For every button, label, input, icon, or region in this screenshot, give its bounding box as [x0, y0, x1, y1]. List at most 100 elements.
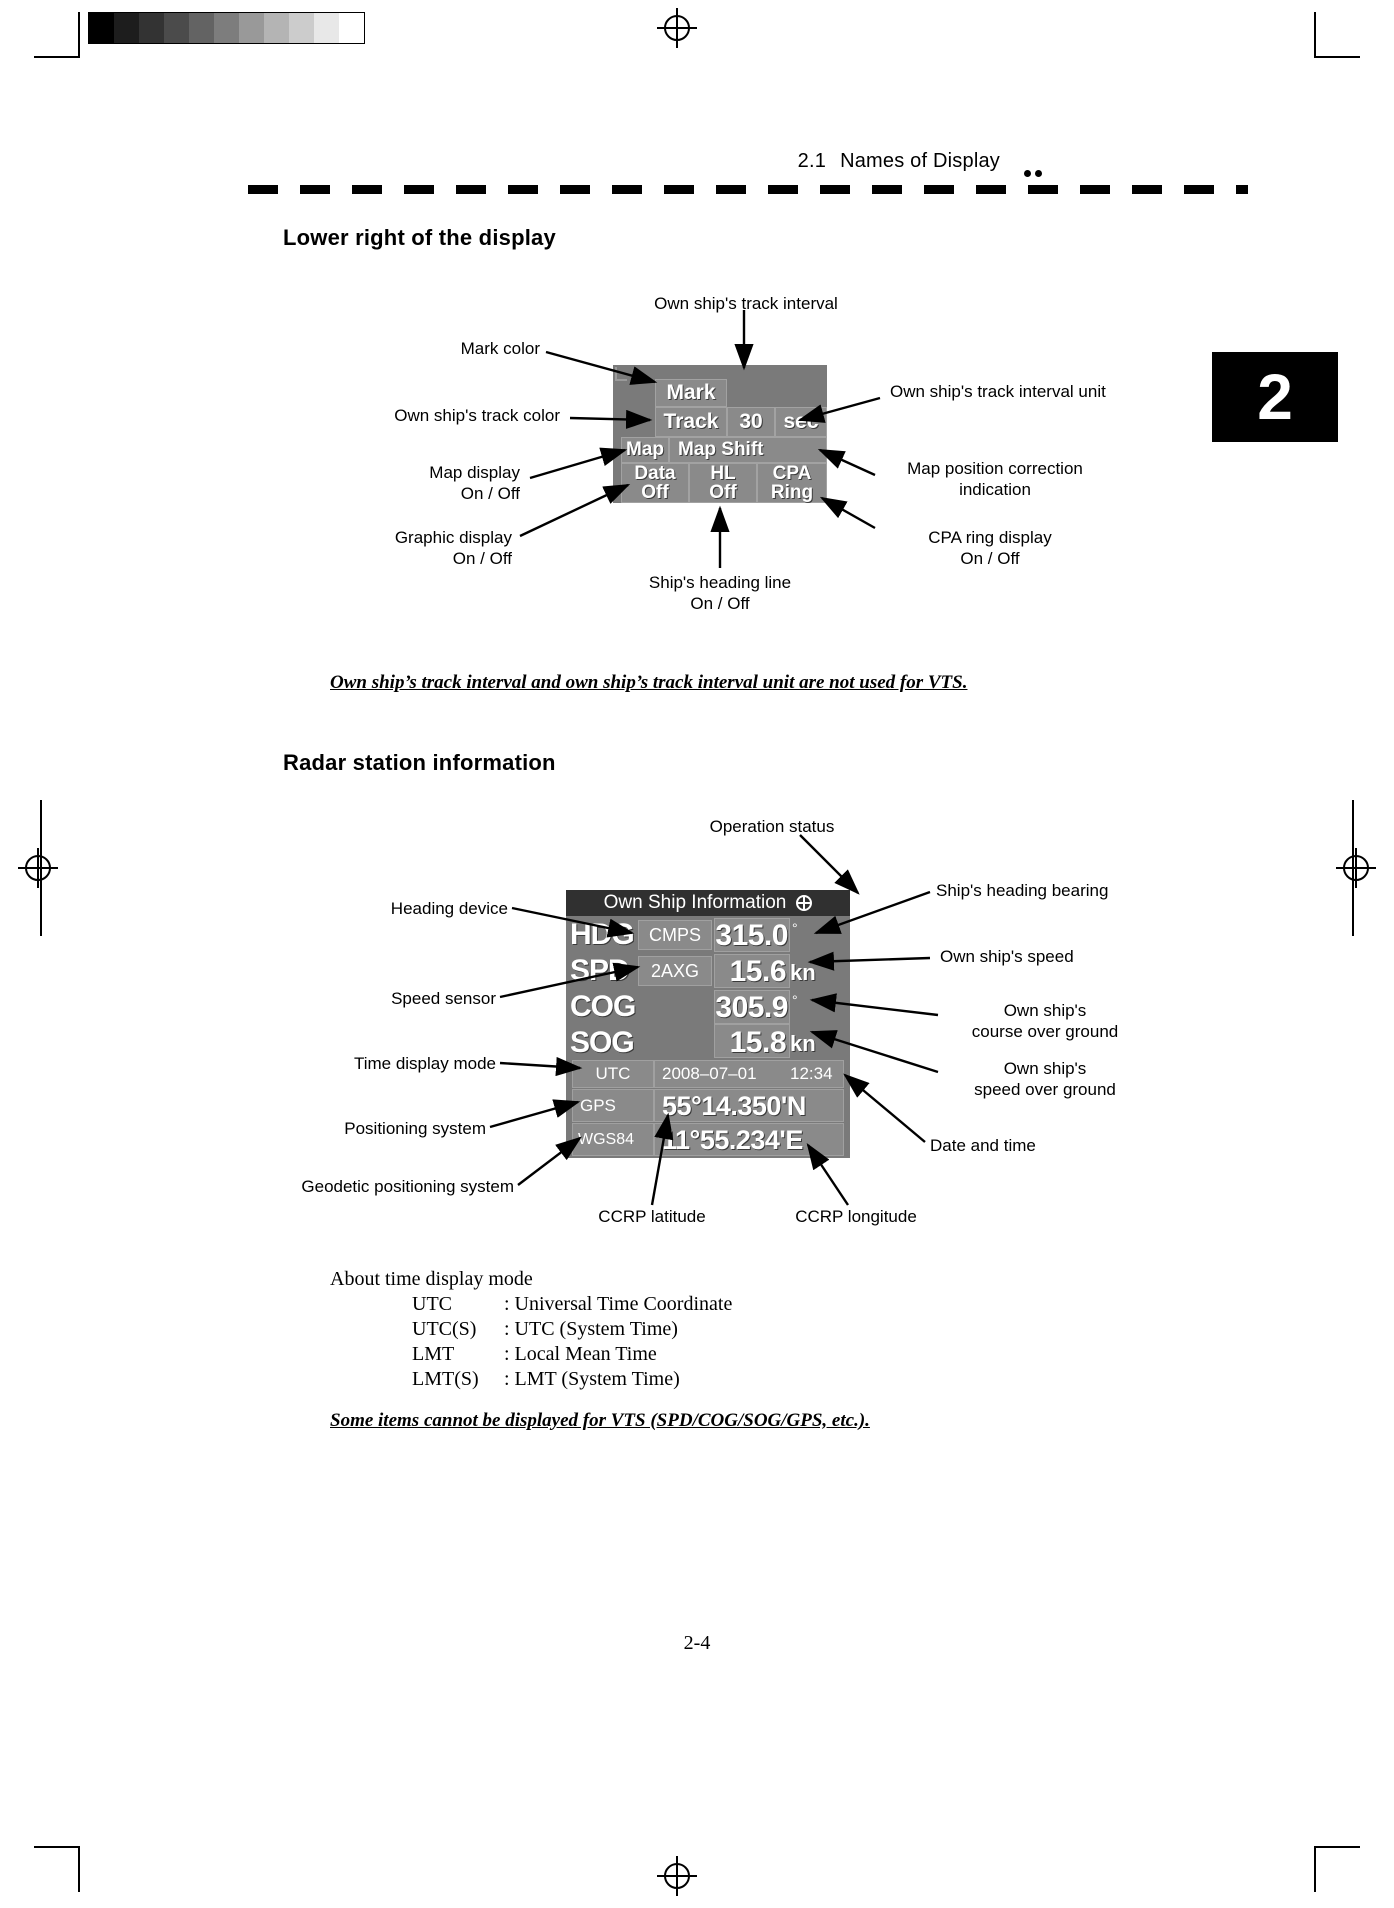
- callout-heading-line: Ship's heading line On / Off: [648, 573, 792, 614]
- key-map-data[interactable]: Data Off: [621, 463, 689, 503]
- time-mode-title: About time display mode: [330, 1268, 533, 1290]
- lower-right-display-panel: Mark Track 30 sec Map Map Shift Data Off…: [613, 365, 827, 503]
- time-mode-row: LMT(S) : LMT (System Time): [412, 1368, 732, 1393]
- compass-icon: [796, 895, 813, 911]
- own-ship-information-panel: Own Ship Information HDG CMPS 315.0 ° SP…: [566, 890, 850, 1158]
- header-section-title: Names of Display: [840, 150, 1000, 172]
- time-mode-key: UTC: [412, 1293, 452, 1315]
- time-mode-key: LMT(S): [412, 1368, 479, 1390]
- key-cpa-ring[interactable]: CPA Ring: [757, 463, 827, 503]
- callout-heading-device: Heading device: [390, 899, 508, 918]
- side-tick-right: [1352, 800, 1354, 936]
- key-cpa-line2: Ring: [770, 482, 814, 503]
- callout-cpa-ring-display: CPA ring display On / Off: [928, 528, 1052, 569]
- key-heading-line[interactable]: HL Off: [689, 463, 757, 503]
- key-cpa-line1: CPA: [772, 463, 812, 484]
- time-mode-value: : Local Mean Time: [504, 1343, 657, 1365]
- grayscale-swatch-3: [164, 13, 189, 43]
- grayscale-swatch-6: [239, 13, 264, 43]
- note-vts-items: Some items cannot be displayed for VTS (…: [330, 1410, 870, 1431]
- grayscale-swatch-8: [289, 13, 314, 43]
- own-ship-info-titlebar: Own Ship Information: [566, 890, 850, 916]
- key-map-shift[interactable]: Map Shift: [669, 437, 827, 463]
- crop-mark-bottom-right: [1314, 1846, 1360, 1892]
- grayscale-calibration-bar: [88, 12, 365, 44]
- value-sog: 15.8: [729, 1026, 787, 1059]
- callout-geodetic-positioning-system: Geodetic positioning system: [301, 1177, 514, 1196]
- own-ship-info-title: Own Ship Information: [603, 892, 787, 913]
- header-title: 2.1 Names of Display: [798, 150, 1000, 173]
- section-heading-radar-station: Radar station information: [283, 750, 556, 775]
- unit-cog: °: [792, 992, 798, 1008]
- crop-mark-top-left: [34, 12, 80, 58]
- unit-sog: kn: [790, 1031, 816, 1056]
- time-value: 12:34: [790, 1064, 833, 1083]
- grayscale-swatch-5: [214, 13, 239, 43]
- header-dots: [1020, 164, 1042, 182]
- callout-track-color: Own ship's track color: [394, 406, 560, 425]
- time-mode-row: LMT : Local Mean Time: [412, 1343, 732, 1368]
- registration-mark-right: [1336, 848, 1376, 888]
- sensor-value-spd: 2AXG: [650, 960, 700, 981]
- key-map[interactable]: Map: [621, 437, 669, 463]
- time-mode-value: : Universal Time Coordinate: [504, 1293, 733, 1315]
- callout-mark-color: Mark color: [460, 339, 540, 358]
- time-mode-value: UTC: [595, 1064, 631, 1083]
- row-label-sog: SOG: [570, 1026, 635, 1059]
- grayscale-swatch-1: [114, 13, 139, 43]
- grayscale-swatch-10: [339, 13, 364, 43]
- grayscale-swatch-7: [264, 13, 289, 43]
- callout-ccrp-latitude: CCRP latitude: [598, 1207, 706, 1226]
- date-value: 2008–07–01: [662, 1064, 757, 1083]
- positioning-system-value: GPS: [580, 1095, 616, 1115]
- grayscale-swatch-0: [89, 13, 114, 43]
- row-label-cog: COG: [570, 990, 636, 1023]
- grayscale-swatch-2: [139, 13, 164, 43]
- time-mode-value: : UTC (System Time): [504, 1318, 678, 1340]
- unit-hdg: °: [792, 920, 798, 936]
- callout-graphic-display: Graphic display On / Off: [394, 528, 512, 569]
- key-track-interval[interactable]: 30: [727, 407, 775, 437]
- callout-map-display: Map display On / Off: [429, 463, 520, 504]
- crop-mark-bottom-left: [34, 1846, 80, 1892]
- callout-own-ship-speed: Own ship's speed: [940, 947, 1074, 966]
- time-mode-key: UTC(S): [412, 1318, 477, 1340]
- grayscale-swatch-4: [189, 13, 214, 43]
- callout-track-interval-unit: Own ship's track interval unit: [890, 382, 1106, 401]
- header-rule: [248, 185, 1248, 194]
- callout-operation-status: Operation status: [709, 817, 835, 836]
- registration-mark-left: [18, 848, 58, 888]
- time-mode-row: UTC : Universal Time Coordinate: [412, 1293, 732, 1318]
- time-mode-value: : LMT (System Time): [504, 1368, 680, 1390]
- callout-time-display-mode: Time display mode: [353, 1054, 496, 1073]
- sensor-value-hdg: CMPS: [648, 924, 701, 945]
- longitude-value: 11°55.234'E: [662, 1125, 803, 1155]
- latitude-value: 55°14.350'N: [662, 1091, 806, 1121]
- callout-positioning-system: Positioning system: [344, 1119, 486, 1138]
- key-mark[interactable]: Mark: [655, 379, 727, 407]
- section-heading-lower-right: Lower right of the display: [283, 225, 556, 250]
- key-hl-line2: Off: [709, 482, 737, 503]
- callout-course-over-ground: Own ship's course over ground: [971, 1001, 1119, 1042]
- registration-mark-bottom: [657, 1856, 697, 1896]
- time-mode-table: UTC : Universal Time Coordinate UTC(S) : UT…: [412, 1293, 732, 1393]
- row-label-hdg: HDG: [570, 918, 635, 951]
- geodetic-system-value: WGS84: [578, 1130, 635, 1148]
- callout-date-and-time: Date and time: [930, 1136, 1036, 1155]
- time-display-mode-block: About time display mode UTC : Universal T…: [330, 1268, 732, 1393]
- page-number: 2-4: [683, 1632, 711, 1654]
- value-cog: 305.9: [715, 991, 788, 1024]
- key-track[interactable]: Track: [655, 407, 727, 437]
- key-track-interval-unit[interactable]: sec: [775, 407, 827, 437]
- side-tick-left: [40, 800, 42, 936]
- grayscale-swatch-9: [314, 13, 339, 43]
- panel-corner-nub: [615, 367, 627, 381]
- callout-track-interval: Own ship's track interval: [654, 294, 838, 313]
- value-hdg: 315.0: [715, 919, 788, 952]
- time-mode-key: LMT: [412, 1343, 455, 1365]
- registration-mark-top: [657, 8, 697, 48]
- key-map-data-line2: Off: [641, 482, 669, 503]
- key-map-data-line1: Data: [634, 463, 676, 484]
- callout-speed-sensor: Speed sensor: [391, 989, 496, 1008]
- unit-spd: kn: [790, 960, 816, 985]
